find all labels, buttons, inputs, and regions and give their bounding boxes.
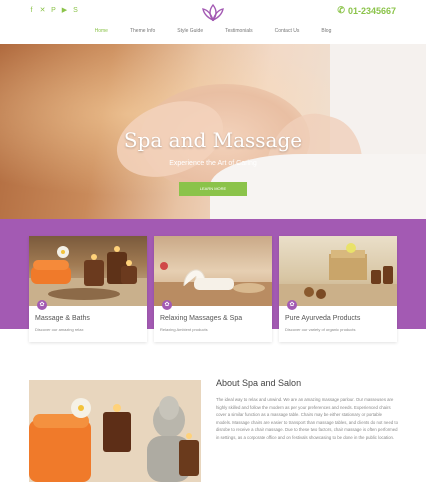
service-card-title[interactable]: Pure Ayurveda Products xyxy=(285,315,360,322)
youtube-icon[interactable]: ▶ xyxy=(61,7,68,14)
spa-badge-icon: ✿ xyxy=(162,300,172,310)
service-card[interactable]: ✿ Pure Ayurveda Products Discover our va… xyxy=(279,236,397,342)
service-card-image xyxy=(29,236,147,306)
twitter-icon[interactable]: ✕ xyxy=(39,7,46,14)
about-image xyxy=(29,380,201,482)
pinterest-icon[interactable]: P xyxy=(50,7,57,14)
nav-blog[interactable]: Blog xyxy=(310,28,342,34)
about-text: The ideal way to relax and unwind. We ar… xyxy=(216,397,399,440)
phone-text: 01-2345667 xyxy=(347,5,396,16)
nav-contact-us[interactable]: Contact Us xyxy=(264,28,311,34)
hero-title: Spa and Massage xyxy=(123,128,303,152)
facebook-icon[interactable]: f xyxy=(28,7,35,14)
phone-icon: ✆ xyxy=(337,5,345,15)
social-links: f ✕ P ▶ S xyxy=(28,7,79,14)
spa-badge-icon: ✿ xyxy=(37,300,47,310)
service-card-text: Discover our variety of organic products xyxy=(285,327,356,332)
service-card-title[interactable]: Relaxing Massages & Spa xyxy=(160,315,242,322)
nav-home[interactable]: Home xyxy=(84,28,119,34)
service-card[interactable]: ✿ Relaxing Massages & Spa Relaxing Ambie… xyxy=(154,236,272,342)
nav-testimonials[interactable]: Testimonials xyxy=(214,28,264,34)
service-card-title[interactable]: Massage & Baths xyxy=(35,315,90,322)
nav-theme-info[interactable]: Theme Info xyxy=(119,28,166,34)
main-nav: Home Theme Info Style Guide Testimonials… xyxy=(0,28,426,34)
service-card-text: Discover our amazing relax xyxy=(35,327,84,332)
service-card-image xyxy=(154,236,272,306)
nav-style-guide[interactable]: Style Guide xyxy=(166,28,214,34)
skype-icon[interactable]: S xyxy=(72,7,79,14)
about-title: About Spa and Salon xyxy=(216,378,302,388)
service-card[interactable]: ✿ Massage & Baths Discover our amazing r… xyxy=(29,236,147,342)
lotus-logo-icon[interactable] xyxy=(199,3,227,23)
learn-more-button[interactable]: LEARN MORE xyxy=(179,182,247,196)
spa-badge-icon: ✿ xyxy=(287,300,297,310)
phone-number[interactable]: ✆ 01-2345667 xyxy=(337,5,396,16)
service-card-image xyxy=(279,236,397,306)
site-header: f ✕ P ▶ S ✆ 01-2345667 Home Theme Info S… xyxy=(0,0,426,44)
hero-subtitle: Experience the Art of Caring xyxy=(169,160,257,167)
service-card-text: Relaxing Ambient products xyxy=(160,327,208,332)
